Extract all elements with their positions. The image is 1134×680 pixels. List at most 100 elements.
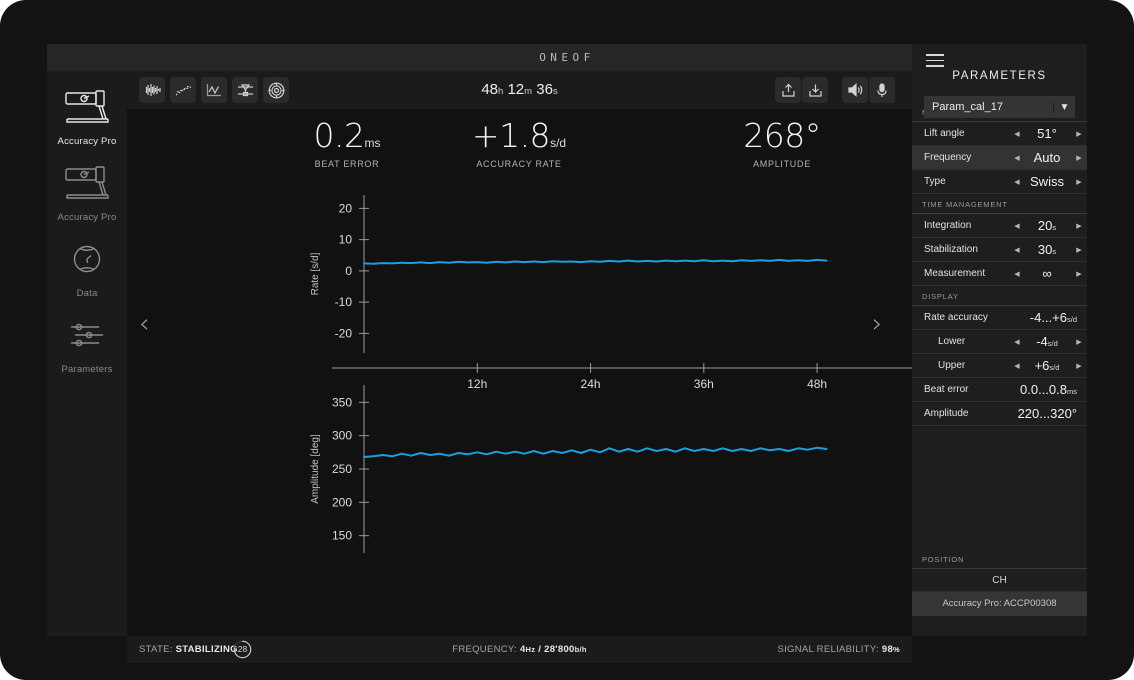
device-label[interactable]: Accuracy Pro: ACCP00308 xyxy=(912,592,1087,616)
status-frequency-unit: Hz xyxy=(526,645,536,654)
y-axis-tick-label: -20 xyxy=(335,326,353,340)
hamburger-icon[interactable] xyxy=(926,54,944,71)
sidebar-item-label: Data xyxy=(47,288,127,299)
decrement-arrow[interactable]: ◀ xyxy=(1009,222,1025,230)
position-value[interactable]: CH xyxy=(912,569,1087,592)
sidebar-item-accuracy-pro-2[interactable]: Accuracy Pro xyxy=(47,147,127,223)
microphone-button[interactable] xyxy=(869,77,895,103)
sidebar-item-parameters[interactable]: Parameters xyxy=(47,299,127,375)
measurement-charts: 20100-10-20Rate [s/d]12h24h36h48h60h3503… xyxy=(127,161,912,601)
readout-value: 0.2 xyxy=(314,116,365,155)
parameter-value-text: -4 xyxy=(1036,334,1048,349)
export-button[interactable] xyxy=(775,77,801,103)
increment-arrow[interactable]: ▶ xyxy=(1071,270,1087,278)
decrement-arrow[interactable]: ◀ xyxy=(1009,178,1025,186)
decrement-arrow[interactable]: ◀ xyxy=(1009,270,1025,278)
readout-unit: s/d xyxy=(550,136,566,150)
charts-area: ‹ › 20100-10-20Rate [s/d]12h24h36h48h60h… xyxy=(127,181,912,596)
parameters-panel: PARAMETERS Param_cal_17 ▼ MEASUREMENTLif… xyxy=(912,44,1087,636)
import-button[interactable] xyxy=(802,77,828,103)
parameter-row[interactable]: Lift angle◀ 51° ▶ xyxy=(912,122,1087,146)
y-axis-tick-label: 350 xyxy=(332,395,352,409)
sidebar-item-data[interactable]: Data xyxy=(47,223,127,299)
elapsed-seconds-unit: s xyxy=(553,86,558,97)
parameter-name: Upper xyxy=(912,360,1009,371)
parameter-value-text: 220...320° xyxy=(1018,406,1077,421)
increment-arrow[interactable]: ▶ xyxy=(1071,222,1087,230)
elapsed-hours: 48 xyxy=(481,81,498,98)
parameters-section-title: TIME MANAGEMENT xyxy=(912,194,1087,214)
parameter-name: Lower xyxy=(912,336,1009,347)
parameter-name: Frequency xyxy=(912,152,1009,163)
parameter-row[interactable]: Amplitude220...320° xyxy=(912,402,1087,426)
preset-dropdown[interactable]: Param_cal_17 ▼ xyxy=(924,96,1075,118)
decrement-arrow[interactable]: ◀ xyxy=(1009,338,1025,346)
timegrapher-device-icon xyxy=(47,85,127,129)
sidebar-item-label: Accuracy Pro xyxy=(47,136,127,147)
parameter-value: 220...320° xyxy=(1017,406,1087,421)
parameter-row[interactable]: Stabilization◀30s▶ xyxy=(912,238,1087,262)
elapsed-seconds: 36 xyxy=(536,81,553,98)
upload-icon xyxy=(781,83,796,98)
sidebar-item-label: Accuracy Pro xyxy=(47,212,127,223)
increment-arrow[interactable]: ▶ xyxy=(1071,154,1087,162)
parameter-name: Integration xyxy=(912,220,1009,231)
parameters-title: PARAMETERS xyxy=(912,70,1087,82)
increment-arrow[interactable]: ▶ xyxy=(1071,246,1087,254)
parameter-value-text: 51° xyxy=(1037,126,1057,141)
parameter-row[interactable]: Frequency◀Auto▶ xyxy=(912,146,1087,170)
x-axis-tick-label: 48h xyxy=(807,377,827,391)
parameter-row[interactable]: Lower◀-4s/d▶ xyxy=(912,330,1087,354)
increment-arrow[interactable]: ▶ xyxy=(1071,130,1087,138)
parameter-value-unit: ms xyxy=(1067,387,1077,396)
parameter-row[interactable]: Rate accuracy-4...+6s/d xyxy=(912,306,1087,330)
parameter-value-text: -4...+6 xyxy=(1030,310,1067,325)
parameter-row[interactable]: Beat error0.0...0.8ms xyxy=(912,378,1087,402)
parameter-value-unit: s/d xyxy=(1067,315,1077,324)
sidebar-item-label: Parameters xyxy=(47,364,127,375)
parameters-section-title: DISPLAY xyxy=(912,286,1087,306)
parameter-row[interactable]: Integration◀20s▶ xyxy=(912,214,1087,238)
status-reliability-label: SIGNAL RELIABILITY: xyxy=(777,644,878,655)
status-reliability-value: 98 xyxy=(882,644,893,655)
sidebar-item-accuracy-pro-1[interactable]: Accuracy Pro xyxy=(47,71,127,147)
parameter-name: Amplitude xyxy=(912,408,1017,419)
parameter-row[interactable]: Type◀Swiss▶ xyxy=(912,170,1087,194)
parameter-value: 20s xyxy=(1025,218,1071,233)
parameter-row[interactable]: Upper◀+6s/d▶ xyxy=(912,354,1087,378)
sound-button[interactable] xyxy=(842,77,868,103)
decrement-arrow[interactable]: ◀ xyxy=(1009,154,1025,162)
parameter-value: -4s/d xyxy=(1025,334,1071,349)
y-axis-tick-label: 300 xyxy=(332,429,352,443)
elapsed-minutes-unit: m xyxy=(524,86,532,97)
parameter-value-text: 30 xyxy=(1038,242,1052,257)
decrement-arrow[interactable]: ◀ xyxy=(1009,362,1025,370)
parameter-value-text: 20 xyxy=(1038,218,1052,233)
parameter-name: Measurement xyxy=(912,268,1009,279)
increment-arrow[interactable]: ▶ xyxy=(1071,362,1087,370)
parameters-sections: MEASUREMENTLift angle◀51°▶Frequency◀Auto… xyxy=(912,102,1087,426)
position-section-title: POSITION xyxy=(912,549,1087,569)
y-axis-tick-label: 10 xyxy=(339,233,353,247)
parameter-value: +6s/d xyxy=(1025,358,1071,373)
parameter-value-text: +6 xyxy=(1035,358,1050,373)
decrement-arrow[interactable]: ◀ xyxy=(1009,246,1025,254)
watch-icon xyxy=(47,237,127,281)
parameter-row[interactable]: Measurement◀∞▶ xyxy=(912,262,1087,286)
preset-value: Param_cal_17 xyxy=(924,101,1053,113)
status-frequency-sep: / xyxy=(535,644,544,655)
increment-arrow[interactable]: ▶ xyxy=(1071,178,1087,186)
parameter-value: -4...+6s/d xyxy=(1017,310,1087,325)
x-axis-tick-label: 12h xyxy=(467,377,487,391)
main-content: 48h 12m 36s xyxy=(127,71,912,636)
status-frequency-label: FREQUENCY: xyxy=(452,644,517,655)
readout-value: +1.8 xyxy=(472,116,550,155)
chart-series-line xyxy=(364,260,827,264)
parameters-header: PARAMETERS Param_cal_17 ▼ xyxy=(912,44,1087,102)
y-axis-tick-label: 0 xyxy=(345,264,352,278)
status-bph-unit: b/h xyxy=(575,645,587,654)
parameter-name: Lift angle xyxy=(912,128,1009,139)
increment-arrow[interactable]: ▶ xyxy=(1071,338,1087,346)
elapsed-minutes: 12 xyxy=(507,81,524,98)
decrement-arrow[interactable]: ◀ xyxy=(1009,130,1025,138)
